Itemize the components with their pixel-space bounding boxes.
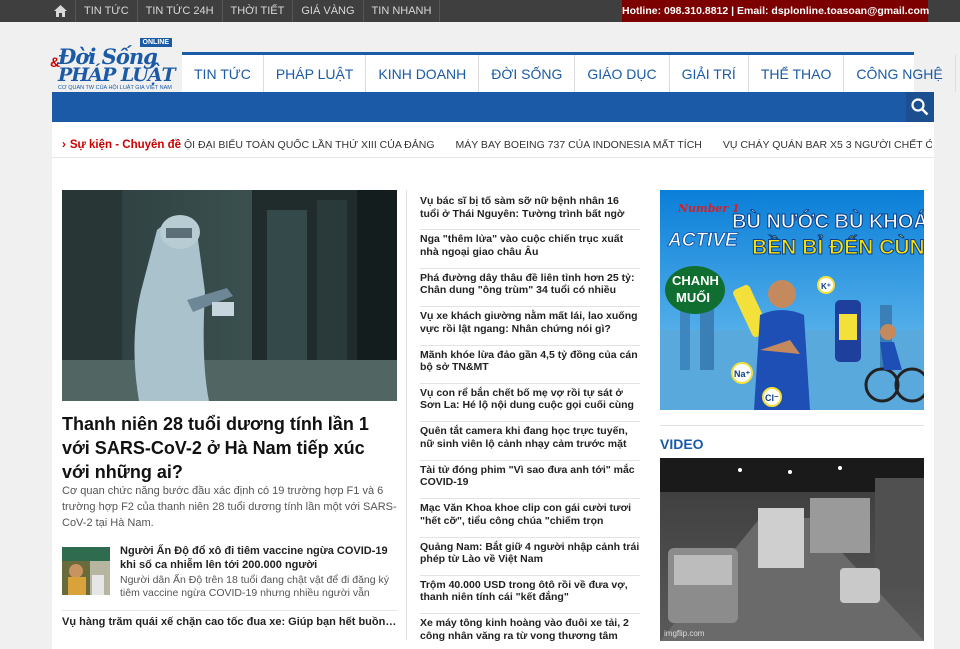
nav-cong-nghe[interactable]: CÔNG NGHỆ [844,55,956,92]
ad-badge-k: K⁺ [821,282,831,291]
featured-headline[interactable]: Thanh niên 28 tuổi dương tính lần 1 với … [62,412,397,484]
nav-giao-duc[interactable]: GIÁO DỤC [575,55,670,92]
ad-brand-text: Number 1 [677,202,740,215]
video-player[interactable]: imgflip.com [660,458,924,641]
news-list-item[interactable]: Nga "thêm lửa" vào cuộc chiến trục xuất … [420,230,640,269]
top-link-tin-nhanh[interactable]: TIN NHANH [364,0,441,22]
news-list-item[interactable]: Xe máy tông kinh hoàng vào đuôi xe tải, … [420,614,640,649]
event-ticker: Sự kiện - Chuyên đề ỘI ĐẠI BIỂU TOÀN QUỐ… [52,132,934,158]
ad-headline-1: BÙ NƯỚC BÙ KHOÁNG [732,209,924,233]
site-logo[interactable]: ONLINE & Đời Sống PHÁP LUẬT CƠ QUAN TW C… [50,38,176,94]
ad-headline-2: BỀN BỈ ĐẾN CÙNG [752,235,924,259]
ad-flavor-1: CHANH [672,273,719,288]
nav-the-thao[interactable]: THỂ THAO [749,55,845,92]
top-link-tin-tuc-24h[interactable]: TIN TỨC 24H [138,0,223,22]
sub-story-summary: Người dân Ấn Độ trên 18 tuổi đang chật v… [120,574,390,599]
sub-story-headline[interactable]: Người Ấn Độ đổ xô đi tiêm vaccine ngừa C… [120,545,397,572]
top-link-thoi-tiet[interactable]: THỜI TIẾT [223,0,294,22]
nav-giai-tri[interactable]: GIẢI TRÍ [670,55,749,92]
news-list-item[interactable]: Mạc Văn Khoa khoe clip con gái cười tươi… [420,499,640,538]
news-list-item[interactable]: Tài tử đóng phim "Vì sao đưa anh tới" mắ… [420,461,640,500]
advertisement-banner[interactable]: Number 1 ACTIVE BÙ NƯỚC BÙ KHOÁNG BỀN BỈ… [660,190,924,410]
news-list: Vụ bác sĩ bị tố sàm sỡ nữ bệnh nhân 16 t… [420,192,640,649]
top-link-tin-tuc[interactable]: TIN TỨC [76,0,138,22]
news-list-item[interactable]: Trộm 40.000 USD trong ôtô rồi về đưa vợ,… [420,576,640,615]
news-list-item[interactable]: Vụ con rể bắn chết bố mẹ vợ rồi tự sát ở… [420,384,640,423]
nav-tin-tuc[interactable]: TIN TỨC [182,55,264,92]
top-link-gia-vang[interactable]: GIÁ VÀNG [293,0,364,22]
search-button[interactable] [906,92,934,122]
ticker-item[interactable]: MÁY BAY BOEING 737 CỦA INDONESIA MẤT TÍC… [455,139,701,151]
ad-flavor-2: MUỐI [676,290,710,305]
nav-kinh-doanh[interactable]: KINH DOANH [366,55,480,92]
nav-phap-luat[interactable]: PHÁP LUẬT [264,55,367,92]
sub-story[interactable]: Người Ấn Độ đổ xô đi tiêm vaccine ngừa C… [62,545,397,601]
hotline-text: Hotline: 098.310.8812 | Email: dsplonlin… [622,0,929,22]
top-nav: TIN TỨC TIN TỨC 24H THỜI TIẾT GIÁ VÀNG T… [76,0,441,22]
ticker-items: ỘI ĐẠI BIỂU TOÀN QUỐC LẦN THỨ XIII CỦA Đ… [184,139,932,151]
news-list-item[interactable]: Vụ xe khách giường nằm mất lái, lao xuốn… [420,307,640,346]
featured-summary: Cơ quan chức năng bước đầu xác định có 1… [62,485,397,529]
news-list-item[interactable]: Mãnh khóe lừa đảo gần 4,5 tỷ đồng của cá… [420,346,640,384]
ad-badge-na: Na⁺ [734,369,751,379]
column-divider [406,190,407,640]
ticker-label[interactable]: Sự kiện - Chuyên đề [62,139,181,151]
video-section-heading[interactable]: VIDEO [660,425,924,452]
news-list-item[interactable]: Quên tắt camera khi đang học trực tuyến,… [420,422,640,461]
ticker-item[interactable]: VỤ CHÁY QUÁN BAR X5 3 NGƯỜI CHẾT Ở VĨN [723,139,932,151]
news-list-item[interactable]: Quảng Nam: Bắt giữ 4 người nhập cảnh trá… [420,538,640,576]
home-icon [54,5,67,17]
ticker-item[interactable]: ỘI ĐẠI BIỂU TOÀN QUỐC LẦN THỨ XIII CỦA Đ… [184,139,435,151]
nav-doi-song[interactable]: ĐỜI SỐNG [479,55,576,92]
logo-tagline: CƠ QUAN TW CỦA HỘI LUẬT GIA VIỆT NAM [58,85,172,91]
featured-image[interactable] [62,190,397,401]
sub-story-thumbnail[interactable] [62,547,110,595]
news-list-item[interactable]: Phá đường dây thâu đề liên tỉnh hơn 25 t… [420,269,640,308]
top-bar: TIN TỨC TIN TỨC 24H THỜI TIẾT GIÁ VÀNG T… [0,0,960,22]
logo-line2: PHÁP LUẬT [58,64,176,86]
sub-story-headline-2[interactable]: Vụ hàng trăm quái xế chặn cao tốc đua xe… [62,610,397,638]
ad-product-text: ACTIVE [667,230,739,251]
main-nav: TIN TỨC PHÁP LUẬT KINH DOANH ĐỜI SỐNG GI… [182,52,956,92]
ad-badge-cl: Cl⁻ [765,393,779,403]
home-button[interactable] [46,0,76,22]
search-icon [911,98,929,116]
news-list-item[interactable]: Vụ bác sĩ bị tố sàm sỡ nữ bệnh nhân 16 t… [420,192,640,231]
sub-nav-bar [52,92,934,122]
video-watermark: imgflip.com [664,629,705,638]
